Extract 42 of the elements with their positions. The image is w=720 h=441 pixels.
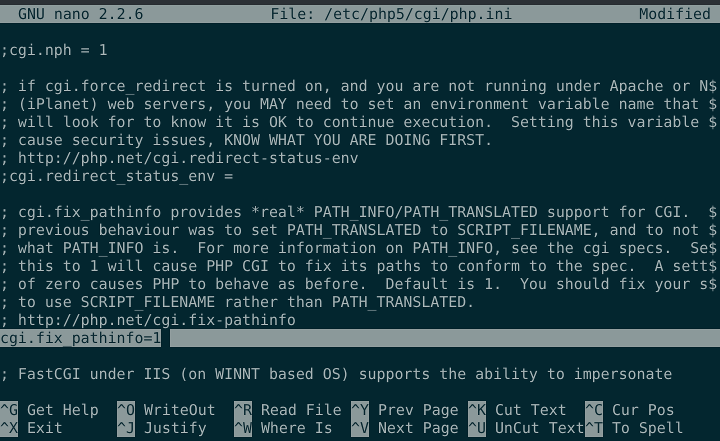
shortcut-key: ^K — [468, 401, 486, 419]
shortcut-key: ^O — [117, 401, 135, 419]
code-line: ; what PATH_INFO is. For more information on PATH_INFO, see the cgi specs. Se$ — [0, 239, 718, 257]
shortcut-key: ^Y — [351, 401, 369, 419]
code-line: ;cgi.nph = 1 — [0, 41, 108, 59]
shortcut-label: Exit — [26, 419, 63, 437]
code-line: ;cgi.redirect_status_env = — [0, 167, 234, 185]
code-line: ; cause security issues, KNOW WHAT YOU ARE DOING FIRST. — [0, 131, 494, 149]
shortcut-label: Get Help — [26, 401, 99, 419]
code-line: ; FastCGI under IIS (on WINNT based OS) supports the ability to impersonate — [0, 365, 672, 383]
shortcut-key: ^R — [234, 401, 252, 419]
shortcut-key: ^U — [468, 419, 486, 437]
code-line: ; to use SCRIPT_FILENAME rather than PATH_TRANSLATED. — [0, 293, 476, 311]
modified-status: Modified — [639, 5, 711, 23]
shortcut-label: Next Page — [378, 419, 459, 437]
code-line: ; will look for to know it is OK to continue execution. Setting this variable $ — [0, 113, 718, 131]
code-line: ; cgi.fix_pathinfo provides *real* PATH_INFO/PATH_TRANSLATED support for CGI. $ — [0, 203, 718, 221]
shortcut-label: WriteOut — [144, 401, 216, 419]
shortcut-label: Justify — [144, 419, 207, 437]
code-line: ; if cgi.force_redirect is turned on, and you are not running under Apache or N$ — [0, 77, 718, 95]
code-line: ; (iPlanet) web servers, you MAY need to set an environment variable name that $ — [0, 95, 718, 113]
code-line: ; previous behaviour was to set PATH_TRANSLATED to SCRIPT_FILENAME, and to not $ — [0, 221, 718, 239]
shortcut-key: ^W — [234, 419, 252, 437]
shortcut-key: ^J — [117, 419, 135, 437]
shortcut-label: Cur Pos — [612, 401, 675, 419]
file-path: File: /etc/php5/cgi/php.ini — [270, 5, 512, 23]
code-line: ; of zero causes PHP to behave as before. Default is 1. You should fix your s$ — [0, 275, 718, 293]
shortcut-label: Cut Text — [494, 401, 567, 419]
shortcut-key: ^X — [0, 419, 18, 437]
shortcut-label: Where Is — [260, 419, 333, 437]
shortcut-label: Prev Page — [378, 401, 459, 419]
shortcut-key: ^C — [585, 401, 603, 419]
shortcut-label: UnCut Text — [494, 419, 585, 437]
shortcut-key: ^T — [585, 419, 603, 437]
shortcut-key: ^G — [0, 401, 18, 419]
shortcut-label: Read File — [260, 401, 342, 419]
code-line: ; http://php.net/cgi.fix-pathinfo — [0, 311, 296, 329]
code-line: ; this to 1 will cause PHP CGI to fix its paths to conform to the spec. A sett$ — [0, 257, 718, 275]
shortcut-label: To Spell — [612, 419, 684, 437]
code-line: ; http://php.net/cgi.redirect-status-env — [0, 149, 359, 167]
app-version: GNU nano 2.2.6 — [18, 5, 144, 23]
shortcut-key: ^V — [351, 419, 369, 437]
